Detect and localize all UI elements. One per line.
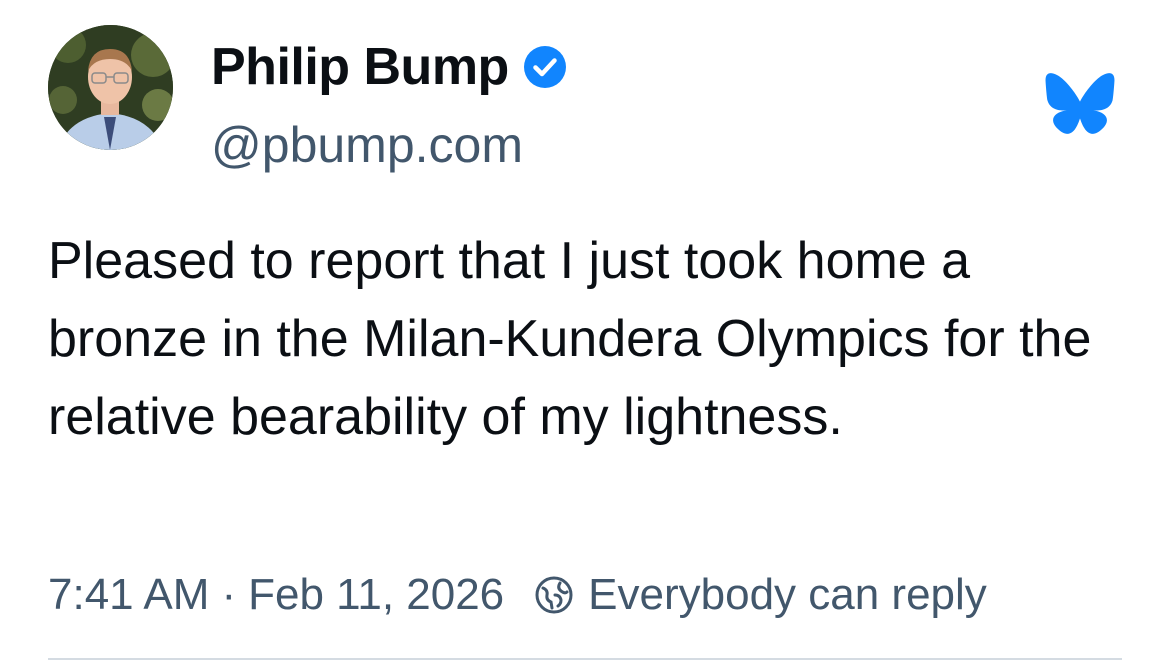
author-display-name[interactable]: Philip Bump [211,34,509,100]
post-date[interactable]: Feb 11, 2026 [248,570,504,620]
bluesky-butterfly-icon[interactable] [1044,72,1116,135]
post-text: Pleased to report that I just took home … [48,232,1092,446]
globe-reply-icon [534,575,574,615]
avatar-photo-icon [48,25,173,150]
post-meta: 7:41 AM · Feb 11, 2026 Everybody can rep… [48,564,987,626]
verified-badge-icon[interactable] [523,45,567,89]
reply-setting-label[interactable]: Everybody can reply [588,570,987,620]
author-handle[interactable]: @pbump.com [211,112,523,178]
meta-separator: · [221,570,237,619]
author-name-row: Philip Bump [211,34,567,100]
post-time[interactable]: 7:41 AM [48,570,209,620]
avatar[interactable] [48,25,173,150]
divider [48,658,1122,660]
post-card: Philip Bump @pbump.com Pleased to report… [0,0,1170,665]
